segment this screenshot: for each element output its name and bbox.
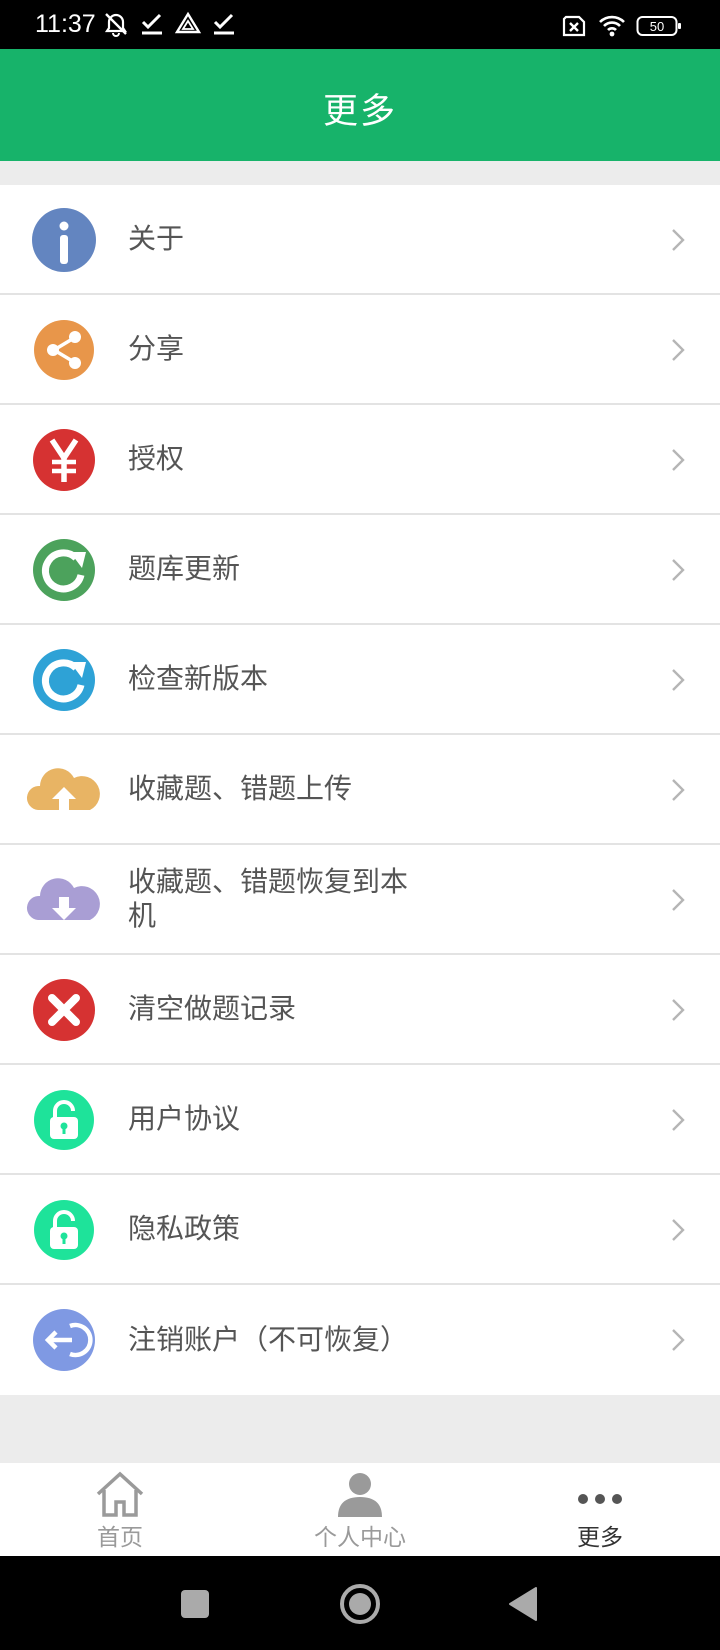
share-icon (34, 320, 94, 380)
home-circle-icon[interactable] (338, 1582, 382, 1626)
chevron-right-icon (672, 559, 685, 581)
recents-square-icon[interactable] (173, 1582, 217, 1626)
status-right-icons: 50 (560, 12, 682, 40)
menu-item-clear-records[interactable]: 清空做题记录 (0, 955, 720, 1065)
chevron-right-icon (672, 229, 685, 251)
app-bar: 更多 (0, 49, 720, 161)
more-dots-icon (578, 1494, 622, 1504)
chevron-right-icon (672, 449, 685, 471)
battery-icon: 50 (636, 16, 681, 36)
nav-tab-home[interactable]: 首页 (0, 1463, 240, 1556)
menu-item-restore-favorites[interactable]: 收藏题、错题恢复到本机 (0, 845, 720, 955)
yen-icon (33, 429, 95, 491)
status-time: 11:37 (35, 10, 96, 38)
menu-item-share[interactable]: 分享 (0, 295, 720, 405)
menu-label: 关于 (128, 222, 185, 255)
chevron-right-icon (672, 999, 685, 1021)
menu-label: 隐私政策 (128, 1212, 241, 1245)
back-triangle-icon[interactable] (502, 1582, 546, 1626)
refresh-green-icon (33, 539, 95, 601)
battery-level: 50 (650, 19, 664, 34)
chevron-right-icon (672, 669, 685, 691)
menu-label: 分享 (128, 332, 185, 365)
clear-x-icon (33, 979, 95, 1041)
menu-label: 题库更新 (128, 552, 241, 585)
check-icon (213, 13, 234, 35)
menu-item-delete-account[interactable]: 注销账户（不可恢复） (0, 1285, 720, 1395)
menu-label: 收藏题、错题恢复到本机 (128, 865, 409, 932)
menu-label: 注销账户（不可恢复） (128, 1323, 409, 1356)
page-title: 更多 (322, 92, 397, 132)
refresh-blue-icon (33, 649, 95, 711)
wifi-icon (599, 15, 625, 37)
nav-label: 首页 (97, 1525, 143, 1551)
person-icon (338, 1473, 382, 1517)
status-left-icons (102, 10, 238, 38)
chevron-right-icon (672, 1329, 685, 1351)
chevron-right-icon (672, 1109, 685, 1131)
bottom-nav: 首页 个人中心 更多 (0, 1463, 720, 1556)
cloud-download-icon (26, 878, 100, 920)
nav-label: 个人中心 (314, 1525, 406, 1551)
chevron-right-icon (672, 889, 685, 911)
menu-list: 关于 分享 授权 题库更新 检查新版本 收藏题、错题上传 收藏题、错题恢复到本机… (0, 185, 720, 1395)
chevron-right-icon (672, 779, 685, 801)
menu-label: 检查新版本 (128, 662, 269, 695)
nav-tab-more[interactable]: 更多 (480, 1463, 720, 1556)
chevron-right-icon (672, 1219, 685, 1241)
chevron-right-icon (672, 339, 685, 361)
triangle-icon (174, 11, 202, 34)
status-bar: 11:37 50 (0, 0, 720, 49)
alarm-off-icon (104, 13, 128, 37)
menu-item-privacy-policy[interactable]: 隐私政策 (0, 1175, 720, 1285)
system-nav-bar (0, 1556, 720, 1650)
lock-icon (34, 1200, 94, 1260)
check-icon (141, 13, 162, 35)
home-icon (96, 1471, 144, 1517)
lock-icon (34, 1090, 94, 1150)
menu-label: 用户协议 (128, 1102, 241, 1135)
menu-item-authorize[interactable]: 授权 (0, 405, 720, 515)
info-icon (32, 208, 96, 272)
menu-item-user-agreement[interactable]: 用户协议 (0, 1065, 720, 1175)
menu-label: 收藏题、错题上传 (128, 772, 353, 805)
menu-item-check-new-version[interactable]: 检查新版本 (0, 625, 720, 735)
menu-label: 授权 (128, 442, 185, 475)
menu-item-question-bank-update[interactable]: 题库更新 (0, 515, 720, 625)
sim-x-icon (562, 15, 586, 37)
menu-item-about[interactable]: 关于 (0, 185, 720, 295)
logout-icon (33, 1309, 95, 1371)
menu-item-upload-favorites[interactable]: 收藏题、错题上传 (0, 735, 720, 845)
menu-label: 清空做题记录 (128, 992, 297, 1025)
cloud-upload-icon (26, 768, 100, 810)
nav-tab-profile[interactable]: 个人中心 (240, 1463, 480, 1556)
nav-label: 更多 (577, 1525, 623, 1551)
